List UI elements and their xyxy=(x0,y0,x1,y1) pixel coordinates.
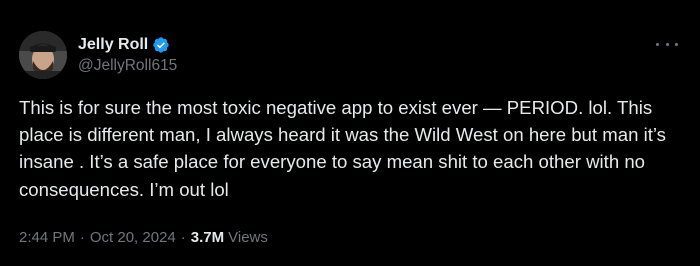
tweet-text: This is for sure the most toxic negative… xyxy=(19,97,672,200)
name-row: Jelly Roll xyxy=(78,34,177,56)
display-name[interactable]: Jelly Roll xyxy=(78,36,148,54)
more-options-icon[interactable] xyxy=(656,36,678,52)
tweet-meta: 2:44 PM · Oct 20, 2024 · 3.7M Views xyxy=(19,229,268,246)
dot-icon xyxy=(665,42,669,46)
separator: · xyxy=(79,229,85,246)
handle[interactable]: @JellyRoll615 xyxy=(78,57,177,75)
verified-badge-icon[interactable] xyxy=(152,36,170,54)
tweet-card: Jelly Roll @JellyRoll615 This is for sur… xyxy=(0,0,700,266)
tweet-time[interactable]: 2:44 PM xyxy=(19,229,75,246)
tweet-date[interactable]: Oct 20, 2024 xyxy=(90,229,176,246)
separator: · xyxy=(180,229,186,246)
avatar[interactable] xyxy=(19,31,67,79)
dot-icon xyxy=(675,42,678,46)
author-info: Jelly Roll @JellyRoll615 xyxy=(78,34,177,75)
views-count: 3.7M xyxy=(190,229,225,246)
dot-icon xyxy=(656,42,659,46)
views-label: Views xyxy=(228,229,268,246)
